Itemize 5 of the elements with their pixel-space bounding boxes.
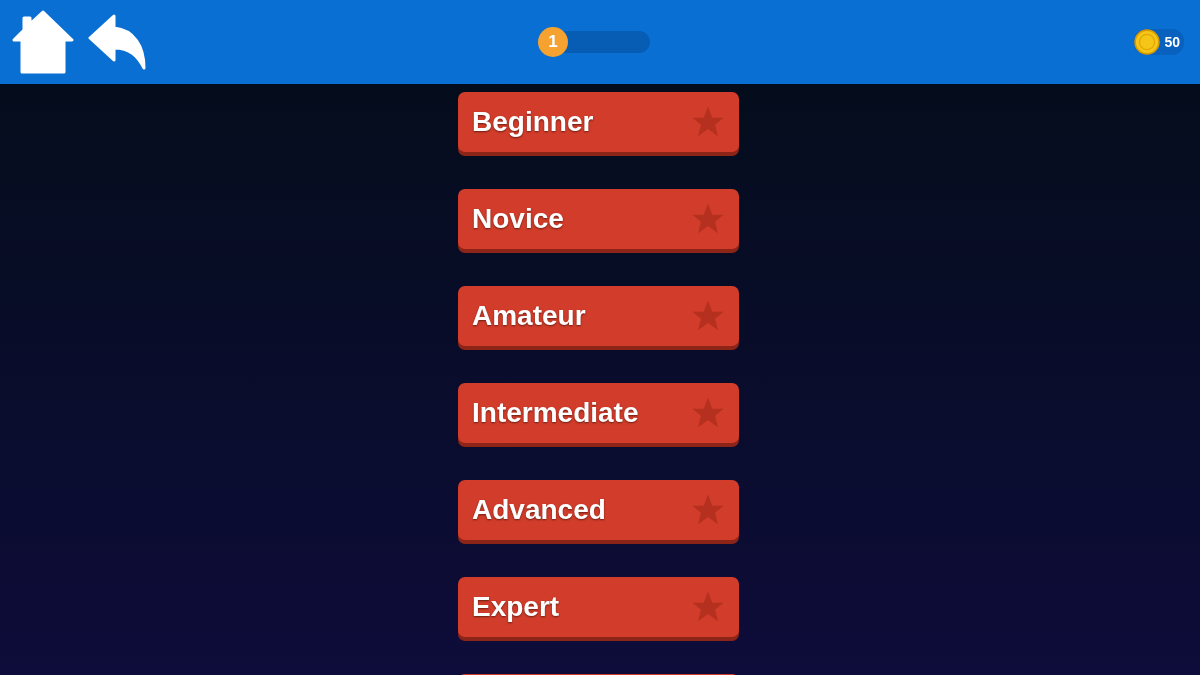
coin-icon <box>1134 29 1161 55</box>
player-level-badge: 1 <box>538 27 568 57</box>
coin-count: 50 <box>1164 34 1180 50</box>
back-icon[interactable] <box>88 14 146 70</box>
home-icon[interactable] <box>12 10 74 74</box>
